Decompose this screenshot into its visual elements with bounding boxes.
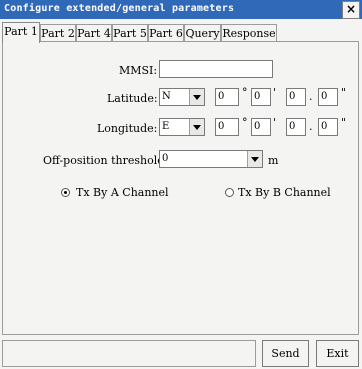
- radio-tx-channel-b[interactable]: [225, 188, 234, 197]
- minute-symbol: ': [273, 86, 277, 99]
- tab-part-5[interactable]: Part 5: [112, 24, 148, 41]
- dialog-window: Configure extended/general parameters × …: [0, 0, 362, 369]
- tab-response[interactable]: Response: [221, 24, 277, 41]
- latitude-degrees-input[interactable]: 0: [215, 88, 239, 106]
- close-icon[interactable]: ×: [342, 1, 360, 19]
- longitude-direction-value: E: [162, 121, 170, 132]
- status-bar: [2, 340, 256, 367]
- chevron-down-icon: [247, 151, 262, 167]
- longitude-minutes-input[interactable]: 0: [251, 118, 271, 136]
- latitude-label: Latitude:: [107, 92, 158, 105]
- chevron-down-icon: [189, 119, 204, 135]
- latitude-minutes-int-input[interactable]: 0: [286, 88, 306, 106]
- latitude-minutes-frac-input[interactable]: 0: [318, 88, 338, 106]
- longitude-direction-select[interactable]: E: [159, 118, 205, 136]
- latitude-minutes-input[interactable]: 0: [251, 88, 271, 106]
- chevron-down-icon: [189, 89, 204, 105]
- radio-tx-channel-a-label: Tx By A Channel: [76, 186, 169, 199]
- tab-query[interactable]: Query: [184, 24, 221, 41]
- latitude-direction-value: N: [162, 91, 171, 102]
- tab-panel-part-1: MMSI: Latitude: N 0 ° 0 ' 0 . 0 " Longit…: [2, 41, 359, 335]
- decimal-point: .: [309, 90, 313, 103]
- longitude-minutes-int-input[interactable]: 0: [286, 118, 306, 136]
- mmsi-input[interactable]: [159, 60, 273, 78]
- longitude-minutes-frac-input[interactable]: 0: [318, 118, 338, 136]
- latitude-direction-select[interactable]: N: [159, 88, 205, 106]
- exit-button[interactable]: Exit: [316, 340, 359, 367]
- tab-part-1[interactable]: Part 1: [2, 22, 40, 43]
- radio-tx-channel-b-label: Tx By B Channel: [238, 186, 331, 199]
- degree-symbol: °: [242, 116, 248, 129]
- mmsi-label: MMSI:: [119, 64, 158, 77]
- offpos-threshold-label: Off-position threshold:: [43, 154, 169, 167]
- longitude-degrees-input[interactable]: 0: [215, 118, 239, 136]
- title-bar: Configure extended/general parameters ×: [0, 0, 362, 19]
- tab-part-2[interactable]: Part 2: [40, 24, 76, 41]
- tab-part-6[interactable]: Part 6: [148, 24, 184, 41]
- longitude-label: Longitude:: [97, 122, 158, 135]
- second-symbol: ": [341, 86, 347, 99]
- offpos-threshold-value: 0: [162, 153, 169, 164]
- minute-symbol: ': [273, 116, 277, 129]
- offpos-threshold-select[interactable]: 0: [159, 150, 263, 168]
- send-button[interactable]: Send: [262, 340, 309, 367]
- decimal-point: .: [309, 120, 313, 133]
- second-symbol: ": [341, 116, 347, 129]
- degree-symbol: °: [242, 86, 248, 99]
- tab-part-4[interactable]: Part 4: [76, 24, 112, 41]
- offpos-unit: m: [268, 154, 279, 167]
- radio-tx-channel-a[interactable]: [61, 188, 70, 197]
- window-title: Configure extended/general parameters: [4, 3, 235, 14]
